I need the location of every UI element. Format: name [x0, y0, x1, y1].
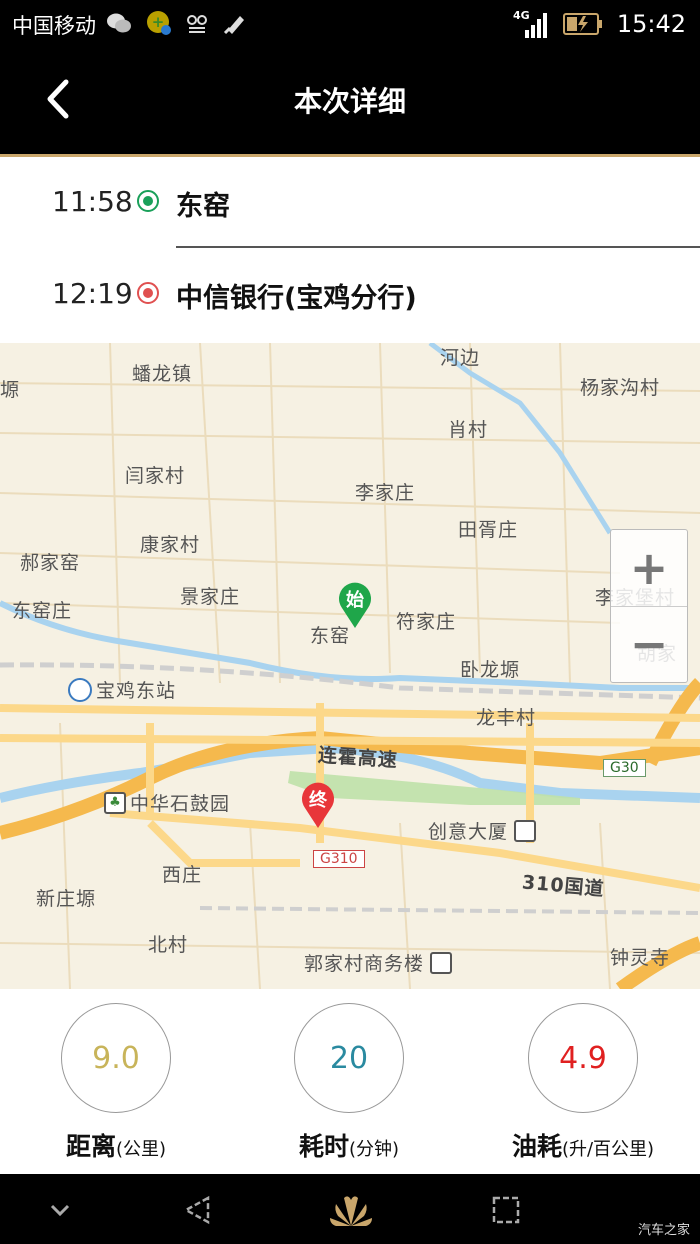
- duration-label: 耗时: [298, 1132, 349, 1161]
- start-pin[interactable]: 始: [337, 580, 373, 630]
- battery-charging-icon: [562, 13, 602, 35]
- map-label: 龙丰村: [476, 707, 537, 729]
- station-marker: 宝鸡东站: [68, 676, 176, 703]
- building-marker: 创意大厦: [428, 817, 537, 844]
- map-label: 郝家窑: [20, 552, 81, 574]
- fuel-stat: 4.9 油耗(升/百公里): [498, 1003, 668, 1163]
- train-station-icon: [68, 677, 92, 702]
- zoom-out-button[interactable]: −: [611, 606, 687, 682]
- zoom-in-button[interactable]: +: [611, 530, 687, 607]
- start-time: 11:58: [52, 185, 133, 218]
- fuel-unit: (升/百公里): [561, 1139, 655, 1160]
- status-bar: 中国移动 + 4G 15:42: [0, 0, 700, 48]
- signal-icon: 4G: [513, 9, 547, 38]
- end-pin-label: 终: [309, 790, 327, 811]
- page-title: 本次详细: [293, 85, 406, 118]
- map-label: 李家庄: [355, 482, 416, 504]
- park-label: 中华石鼓园: [130, 793, 231, 815]
- start-place: 东窑: [176, 191, 230, 222]
- duration-label-row: 耗时(分钟): [274, 1127, 424, 1163]
- end-time: 12:19: [52, 277, 133, 310]
- distance-label: 距离: [65, 1132, 116, 1161]
- distance-unit: (公里): [115, 1139, 167, 1160]
- duration-value: 20: [294, 1003, 404, 1113]
- map-label: 肖村: [448, 419, 489, 441]
- map-label: 田胥庄: [458, 519, 519, 541]
- tree-icon: ♣: [104, 791, 126, 814]
- building-label: 创意大厦: [428, 821, 509, 843]
- map-label: 杨家沟村: [580, 377, 661, 399]
- end-dot-icon: [137, 282, 159, 304]
- map-label: 闫家村: [125, 465, 186, 487]
- map-label: 卧龙塬: [460, 659, 521, 681]
- voicemail-icon: [187, 15, 207, 33]
- highway-shield-g30: G30: [603, 759, 646, 777]
- expressway-label: 连霍高速: [317, 744, 399, 772]
- zoom-control: + −: [610, 529, 688, 683]
- map-label: 蟠龙镇: [132, 363, 193, 385]
- status-time: 15:42: [616, 10, 686, 38]
- route-map[interactable]: 河边 蟠龙镇 杨家沟村 塬 肖村 闫家村 李家庄 田胥庄 康家村 郝家窑 景家庄…: [0, 343, 700, 989]
- usb-icon: [223, 16, 244, 35]
- app-bar: 本次详细: [0, 48, 700, 154]
- map-label: 康家村: [140, 534, 201, 556]
- notification-icons: +: [106, 10, 248, 36]
- back-nav-icon[interactable]: [178, 1190, 218, 1230]
- fuel-label: 油耗: [511, 1132, 562, 1161]
- building-label: 郭家村商务楼: [304, 953, 425, 975]
- building-icon: [514, 819, 537, 842]
- hide-icon[interactable]: [40, 1190, 80, 1230]
- building-marker: 郭家村商务楼: [304, 949, 453, 976]
- route-start-row: 11:58 东窑: [0, 157, 700, 248]
- trip-stats: 9.0 距离(公里) 20 耗时(分钟) 4.9 油耗(升/百公里): [0, 989, 700, 1174]
- recents-icon[interactable]: [486, 1190, 526, 1230]
- navigation-bar: 汽车之家: [0, 1174, 700, 1244]
- status-right: 4G 15:42: [513, 8, 686, 40]
- map-label: 符家庄: [396, 611, 457, 633]
- route-end-row: 12:19 中信银行(宝鸡分行): [0, 249, 700, 339]
- map-label: 塬: [0, 379, 21, 401]
- distance-value: 9.0: [61, 1003, 171, 1113]
- station-label: 宝鸡东站: [96, 680, 177, 702]
- fuel-label-row: 油耗(升/百公里): [498, 1127, 668, 1163]
- start-pin-label: 始: [346, 590, 364, 611]
- park-marker: ♣ 中华石鼓园: [104, 789, 230, 816]
- route-divider: [176, 246, 700, 248]
- building-icon: [430, 951, 453, 974]
- start-dot-icon: [137, 190, 159, 212]
- duration-unit: (分钟): [348, 1139, 400, 1160]
- map-label: 西庄: [162, 864, 203, 886]
- distance-stat: 9.0 距离(公里): [41, 1003, 191, 1163]
- duration-stat: 20 耗时(分钟): [274, 1003, 424, 1163]
- highway-shield-g310: G310: [313, 850, 365, 868]
- app-badge-icon: +: [147, 11, 171, 35]
- wechat-icon: [107, 13, 131, 33]
- route-summary: 11:58 东窑 12:19 中信银行(宝鸡分行): [0, 157, 700, 343]
- svg-text:4G: 4G: [513, 9, 530, 22]
- map-label: 北村: [148, 934, 189, 956]
- map-label: 东窑庄: [12, 600, 73, 622]
- map-label: 新庄塬: [36, 888, 97, 910]
- map-label: 景家庄: [180, 586, 241, 608]
- end-pin[interactable]: 终: [300, 780, 336, 830]
- map-label: 河边: [440, 347, 481, 369]
- map-label: 钟灵寺: [610, 947, 671, 969]
- distance-label-row: 距离(公里): [41, 1127, 191, 1163]
- huawei-home-icon[interactable]: [326, 1190, 376, 1230]
- fuel-value: 4.9: [528, 1003, 638, 1113]
- watermark: 汽车之家: [637, 1223, 690, 1238]
- carrier-name: 中国移动: [12, 14, 96, 38]
- end-place: 中信银行(宝鸡分行): [176, 283, 417, 314]
